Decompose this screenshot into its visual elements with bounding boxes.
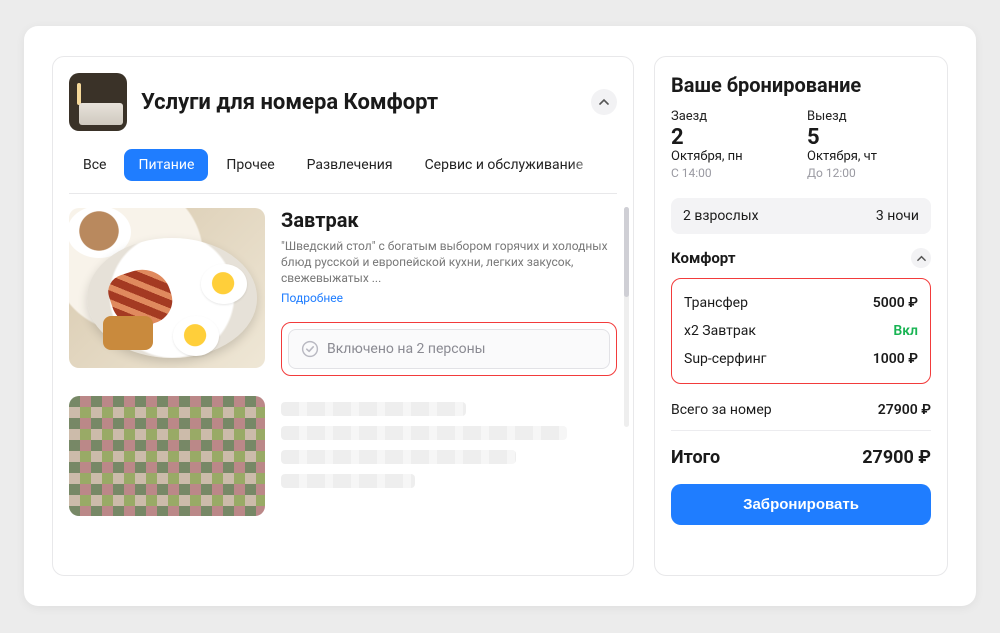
chevron-up-icon <box>599 97 609 107</box>
checkin-hint: С 14:00 <box>671 166 795 180</box>
total-label: Итого <box>671 447 720 468</box>
chevron-up-icon <box>917 254 926 263</box>
addon-value: 5000 ₽ <box>873 295 918 311</box>
checkin-day: 2 <box>671 126 795 149</box>
service-item-breakfast: Завтрак "Шведский стол" с богатым выборо… <box>69 208 617 376</box>
services-header: Услуги для номера Комфорт <box>69 73 617 131</box>
app-canvas: Услуги для номера Комфорт ВсеПитаниеПроч… <box>24 26 976 606</box>
divider <box>671 430 931 431</box>
tab-питание[interactable]: Питание <box>124 149 208 181</box>
addon-row: x2 Завтрак Вкл <box>684 317 918 345</box>
included-text: Включено на 2 персоны <box>327 341 486 357</box>
breakfast-image <box>69 208 265 368</box>
subtotal-value: 27900 ₽ <box>878 402 931 418</box>
category-tabs: ВсеПитаниеПрочееРазвлеченияСервис и обсл… <box>69 147 617 183</box>
collapse-button[interactable] <box>591 89 617 115</box>
tab-развлечения[interactable]: Развлечения <box>293 149 407 181</box>
booking-panel: Ваше бронирование Заезд 2 Октября, пн С … <box>654 56 948 576</box>
nights-count: 3 ночи <box>876 208 919 224</box>
addon-label: Трансфер <box>684 295 748 311</box>
checkin-block: Заезд 2 Октября, пн С 14:00 <box>671 109 795 180</box>
book-button[interactable]: Забронировать <box>671 484 931 525</box>
divider <box>69 193 617 194</box>
addon-label: Sup-серфинг <box>684 351 767 367</box>
included-highlight-box: Включено на 2 персоны <box>281 322 617 376</box>
blurred-text <box>281 396 617 516</box>
checkout-label: Выезд <box>807 109 931 124</box>
total-value: 27900 ₽ <box>862 447 931 468</box>
addon-row: Трансфер 5000 ₽ <box>684 289 918 317</box>
addon-row: Sup-серфинг 1000 ₽ <box>684 345 918 373</box>
addon-value: Вкл <box>893 323 918 339</box>
booking-dates: Заезд 2 Октября, пн С 14:00 Выезд 5 Октя… <box>671 109 931 180</box>
services-title: Услуги для номера Комфорт <box>141 90 577 115</box>
room-thumbnail <box>69 73 127 131</box>
checkout-month: Октября, чт <box>807 149 931 164</box>
breakfast-title: Завтрак <box>281 208 617 232</box>
tab-трансфер[interactable]: Тра <box>601 149 617 181</box>
check-circle-icon <box>301 340 319 358</box>
guests-count: 2 взрослых <box>683 208 759 224</box>
guests-summary: 2 взрослых 3 ночи <box>671 198 931 234</box>
service-item-blurred <box>69 396 617 516</box>
checkout-day: 5 <box>807 126 931 149</box>
tab-прочее[interactable]: Прочее <box>212 149 288 181</box>
services-panel: Услуги для номера Комфорт ВсеПитаниеПроч… <box>52 56 634 576</box>
room-collapse-button[interactable] <box>911 248 931 268</box>
checkin-month: Октября, пн <box>671 149 795 164</box>
checkin-label: Заезд <box>671 109 795 124</box>
tab-сервис-и-обслуживание[interactable]: Сервис и обслуживание <box>411 149 598 181</box>
subtotal-label: Всего за номер <box>671 402 772 418</box>
breakfast-description: "Шведский стол" с богатым выбором горячи… <box>281 238 617 287</box>
addons-box: Трансфер 5000 ₽ x2 Завтрак Вкл Sup-серфинг 10… <box>671 278 931 384</box>
addon-value: 1000 ₽ <box>873 351 918 367</box>
booking-title: Ваше бронирование <box>671 73 931 97</box>
scrollbar[interactable] <box>624 207 629 427</box>
blurred-image <box>69 396 265 516</box>
tab-все[interactable]: Все <box>69 149 120 181</box>
scrollbar-thumb[interactable] <box>624 207 629 297</box>
checkout-block: Выезд 5 Октября, чт До 12:00 <box>807 109 931 180</box>
room-name: Комфорт <box>671 249 735 267</box>
addon-label: x2 Завтрак <box>684 323 756 339</box>
subtotal-row: Всего за номер 27900 ₽ <box>671 394 931 426</box>
room-row: Комфорт <box>671 248 931 268</box>
breakfast-more-link[interactable]: Подробнее <box>281 291 343 305</box>
total-row: Итого 27900 ₽ <box>671 439 931 476</box>
checkout-hint: До 12:00 <box>807 166 931 180</box>
included-pill: Включено на 2 персоны <box>288 329 610 369</box>
